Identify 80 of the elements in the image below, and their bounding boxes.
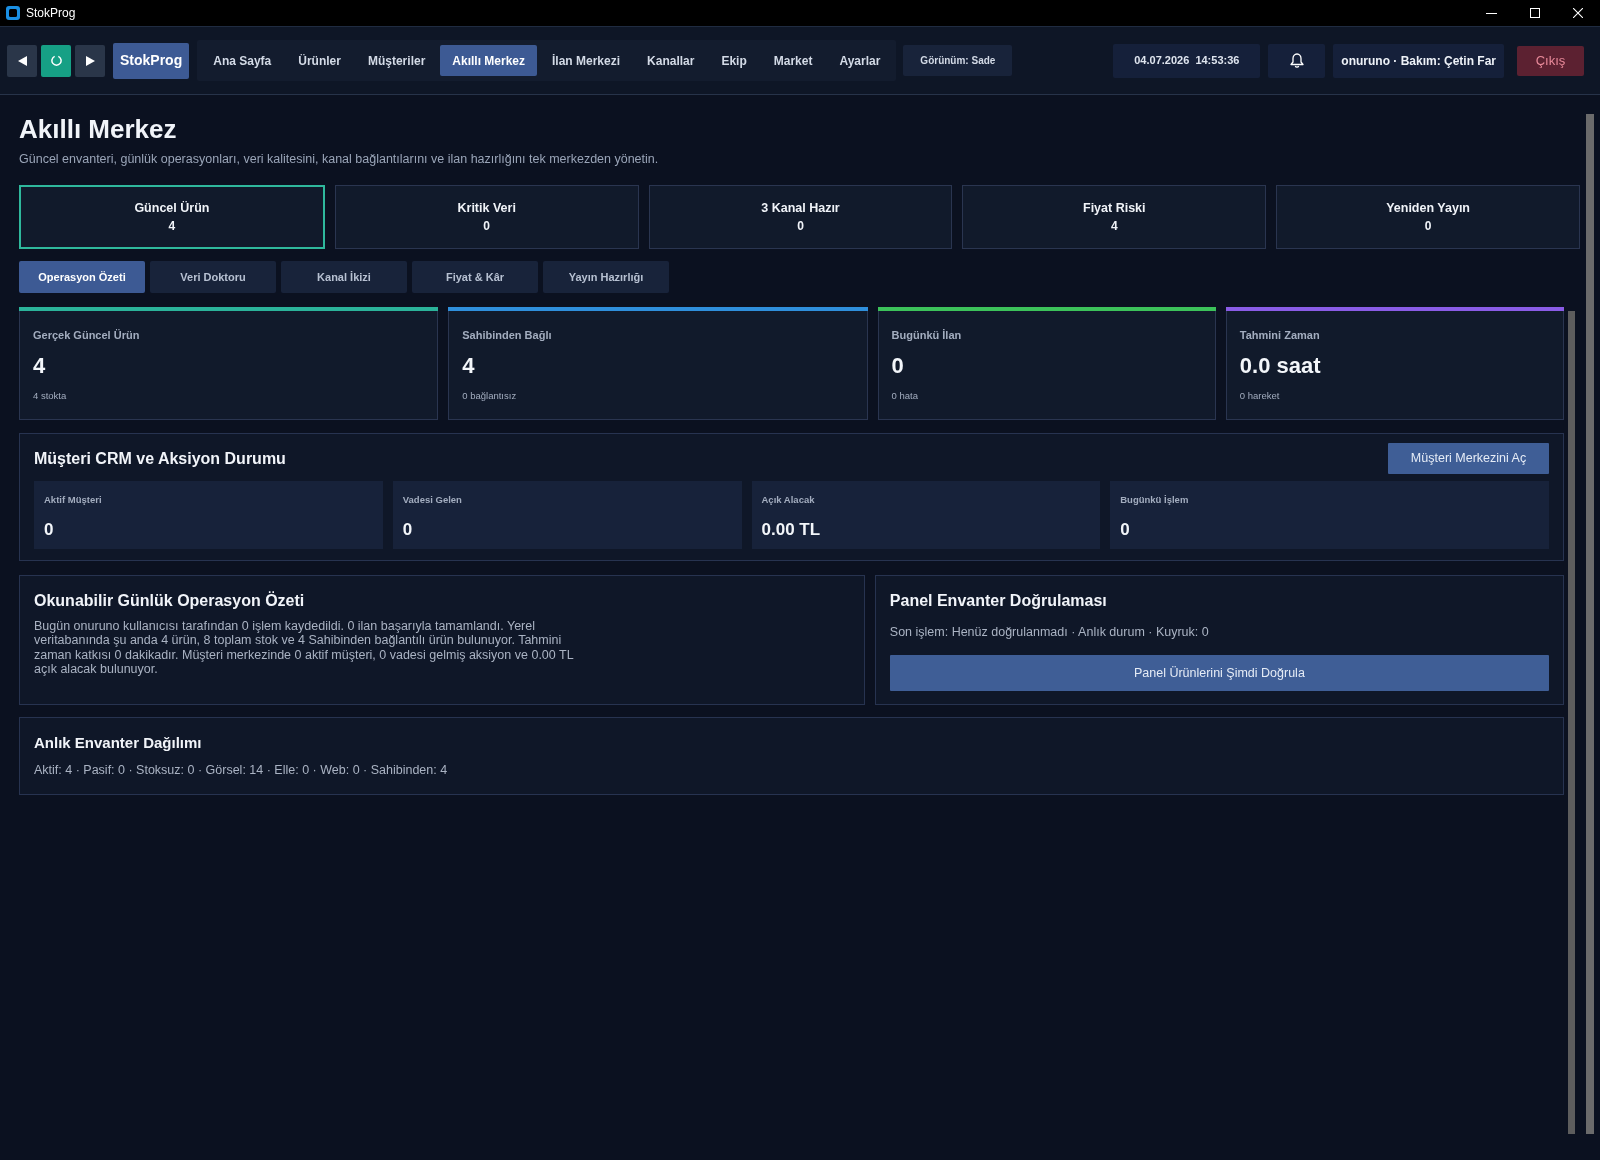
card-label: Yeniden Yayın — [1386, 200, 1470, 216]
notifications-button[interactable] — [1268, 43, 1326, 78]
metric-label: Tahmini Zaman — [1239, 328, 1321, 342]
metric-value: 4 — [33, 353, 47, 379]
nav-tab[interactable]: Akıllı Merkez — [440, 45, 537, 76]
status-text: Son işlem: Henüz doğrulanmadı · Anlık durum · Kuyruk: 0 — [889, 624, 1210, 640]
summary-card[interactable]: 3 Kanal Hazır 0 — [648, 185, 953, 249]
app-icon — [6, 6, 20, 20]
window-title: StokProg — [26, 6, 76, 20]
datetime-display: 04.07.2026 14:53:36 — [1113, 43, 1261, 78]
refresh-button[interactable] — [41, 44, 71, 77]
card-value: 4 — [1110, 218, 1118, 234]
nav-tab[interactable]: Ayarlar — [827, 45, 893, 76]
tab[interactable]: Yayın Hazırlığı — [543, 261, 669, 293]
user-label: onuruno · Bakım: Çetin Far — [1333, 43, 1504, 78]
metric-value: 4 — [462, 353, 476, 379]
card-value: 0 — [1424, 218, 1432, 234]
tab[interactable]: Kanal İkizi — [281, 261, 407, 293]
bell-icon — [1289, 53, 1304, 68]
tab[interactable]: Operasyon Özeti — [19, 261, 145, 293]
tab[interactable]: Fiyat & Kâr — [412, 261, 538, 293]
nav-tab[interactable]: Kanallar — [635, 45, 707, 76]
metric-note: 4 stokta — [33, 390, 68, 402]
summary-card[interactable]: Kritik Veri 0 — [334, 185, 639, 249]
logout-button[interactable]: Çıkış — [1517, 45, 1584, 76]
card-value: 0 — [797, 218, 804, 234]
panel-title: Müşteri CRM ve Aksiyon Durumu — [34, 448, 286, 469]
right-triangle-icon — [85, 55, 95, 66]
metric-value: 0.0 saat — [1239, 353, 1322, 379]
card-value: 0 — [483, 218, 491, 234]
tile-value: 0 — [44, 520, 55, 540]
nav-tab[interactable]: Müşteriler — [355, 45, 438, 76]
inventory-text: Aktif: 4 · Pasif: 0 · Stoksuz: 0 · Görsel: 14 · Elle: 0 · Web: 0 · Sahibinden: 4 — [34, 762, 449, 778]
view-mode-button[interactable]: Görünüm: Sade — [903, 45, 1013, 76]
summary-text: Bugün onuruno kullanıcısı tarafından 0 işlem kaydedildi. 0 ilan başarıyla tamamlandı. Yerel veritabanında şu anda 4 ürün, 8 toplam stok ve 4 Sahibinden bağlantılı ürün bulunuyor. Tahmini zaman katkısı 0 dakikadır. Müşteri merkezinde 0 aktif müşteri, 0 vadesi gelmiş aksiyon ve 0.00 TL açık alacak bulunuyor. — [34, 619, 575, 677]
panel-title: Anlık Envanter Dağılımı — [34, 734, 203, 752]
metric-label: Gerçek Güncel Ürün — [33, 328, 141, 342]
verify-button[interactable]: Panel Ürünlerini Şimdi Doğrula — [889, 655, 1549, 691]
card-value: 4 — [168, 218, 176, 234]
page-title: Akıllı Merkez — [19, 114, 178, 145]
card-label: Güncel Ürün — [134, 200, 210, 216]
close-icon[interactable] — [1573, 8, 1583, 18]
metric-note: 0 bağlantısız — [462, 390, 518, 402]
scrollbar-thumb[interactable] — [1568, 311, 1575, 1134]
metric-value: 0 — [891, 353, 905, 379]
card-label: Fiyat Riski — [1083, 200, 1146, 216]
card-label: 3 Kanal Hazır — [761, 200, 840, 216]
nav-tab[interactable]: Ana Sayfa — [201, 45, 284, 76]
maximize-icon[interactable] — [1530, 8, 1540, 18]
minimize-icon[interactable] — [1486, 12, 1497, 14]
refresh-icon — [50, 55, 62, 66]
tile-label: Aktif Müşteri — [44, 494, 103, 506]
metric-note: 0 hareket — [1239, 390, 1281, 402]
open-customer-center-button[interactable]: Müşteri Merkezini Aç — [1388, 443, 1549, 474]
card-label: Kritik Veri — [457, 200, 516, 216]
page-subtitle: Güncel envanteri, günlük operasyonları, veri kalitesini, kanal bağlantılarını ve ilan hazırlığını tek merkezden yönetin. — [19, 151, 660, 168]
tile-value: 0 — [1120, 520, 1131, 540]
metric-note: 0 hata — [891, 390, 919, 402]
back-button[interactable] — [7, 44, 37, 77]
tile-label: Bugünkü İşlem — [1120, 494, 1190, 506]
tile-value: 0 — [402, 520, 414, 540]
tile-label: Vadesi Gelen — [402, 494, 463, 506]
tile-value: 0.00 TL — [761, 520, 822, 540]
left-triangle-icon — [17, 55, 27, 66]
nav-tab[interactable]: Market — [761, 45, 825, 76]
panel-title: Panel Envanter Doğrulaması — [889, 591, 1108, 611]
brand-button[interactable]: StokProg — [113, 42, 190, 79]
summary-card[interactable]: Yeniden Yayın 0 — [1276, 185, 1580, 249]
nav-tab[interactable]: İlan Merkezi — [540, 45, 633, 76]
scrollbar-thumb[interactable] — [1586, 114, 1594, 1134]
forward-button[interactable] — [75, 44, 105, 77]
metric-label: Bugünkü İlan — [891, 328, 963, 342]
tab[interactable]: Veri Doktoru — [150, 261, 276, 293]
summary-card[interactable]: Fiyat Riski 4 — [962, 185, 1267, 249]
nav-tab[interactable]: Ürünler — [286, 45, 353, 76]
summary-card[interactable]: Güncel Ürün 4 — [19, 185, 325, 249]
metric-label: Sahibinden Bağlı — [462, 328, 553, 342]
panel-title: Okunabilir Günlük Operasyon Özeti — [34, 591, 306, 611]
nav-tab[interactable]: Ekip — [709, 45, 759, 76]
tile-label: Açık Alacak — [761, 494, 816, 506]
